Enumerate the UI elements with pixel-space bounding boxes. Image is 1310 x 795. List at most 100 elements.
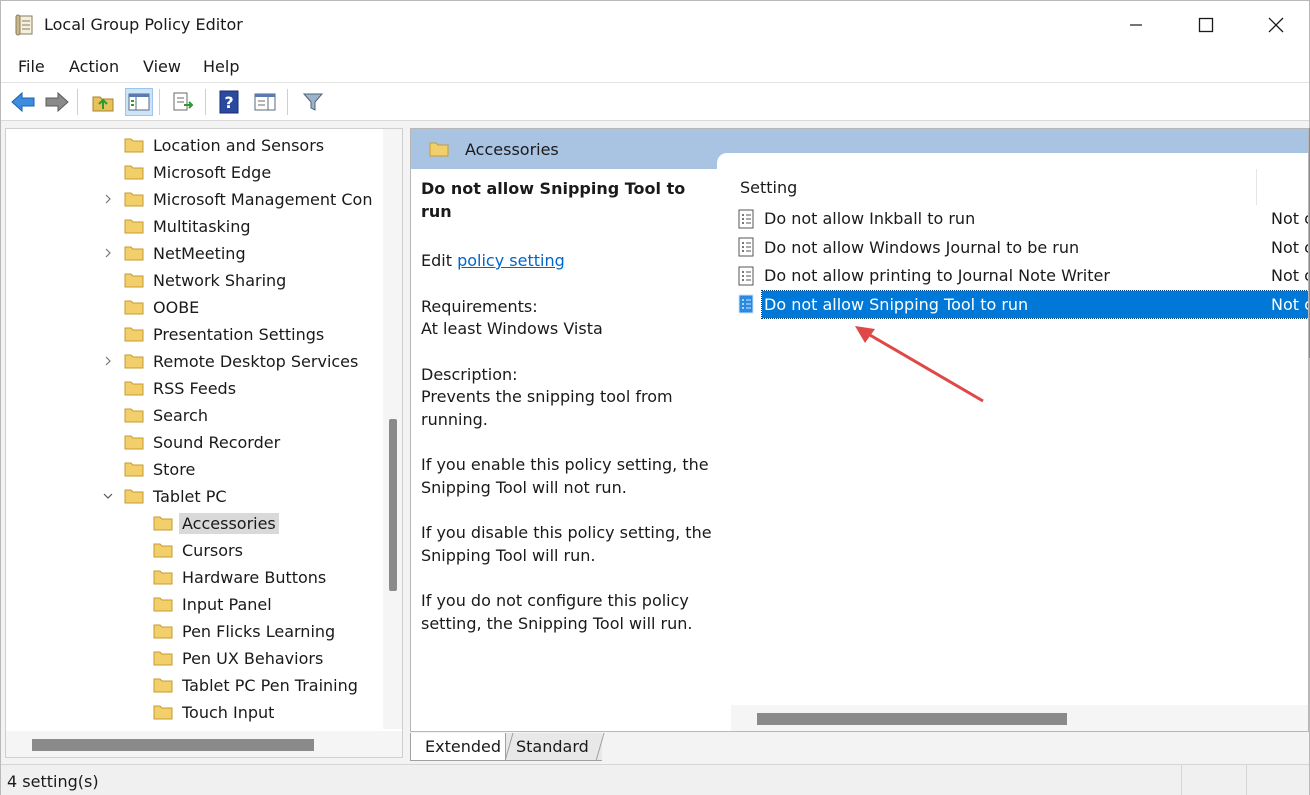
list-horizontal-scrollbar[interactable]: [731, 705, 1308, 731]
tree-item-label: Presentation Settings: [153, 324, 325, 344]
policy-title: Do not allow Snipping Tool to run: [421, 179, 686, 221]
menu-action[interactable]: Action: [69, 57, 119, 76]
tree-item-label: RSS Feeds: [153, 378, 237, 398]
svg-text:?: ?: [224, 93, 233, 112]
description-label: Description:: [421, 364, 518, 384]
toolbar: ?: [1, 83, 1309, 121]
tree-item-label: Search: [153, 405, 208, 425]
tree-item[interactable]: Tablet PC: [124, 484, 227, 508]
chevron-down-icon[interactable]: [102, 490, 114, 502]
close-button[interactable]: [1241, 1, 1310, 49]
requirements-block: Requirements: At least Windows Vista: [421, 296, 716, 341]
policy-setting-icon: [738, 237, 754, 257]
folder-icon: [124, 219, 144, 234]
folder-icon: [153, 516, 173, 531]
menu-file[interactable]: File: [18, 57, 45, 76]
tree-item[interactable]: Pen UX Behaviors: [153, 646, 323, 670]
menu-bar: File Action View Help: [1, 49, 1309, 83]
edit-policy-setting-link[interactable]: policy setting: [457, 251, 565, 270]
tree-item-label: Input Panel: [182, 594, 272, 614]
tree-item-label: Microsoft Edge: [153, 162, 272, 182]
tree-item[interactable]: NetMeeting: [124, 241, 246, 265]
folder-icon: [153, 678, 173, 693]
show-hide-tree-button[interactable]: [125, 88, 153, 116]
policy-setting-row[interactable]: Do not allow Windows Journal to be run No…: [737, 234, 1308, 261]
chevron-right-icon[interactable]: [102, 193, 114, 205]
forward-arrow-icon: [45, 91, 69, 113]
maximize-button[interactable]: [1171, 1, 1241, 49]
policy-editor-app-icon: [15, 14, 33, 36]
tree-item[interactable]: Search: [124, 403, 208, 427]
tree-item[interactable]: Remote Desktop Services: [124, 349, 358, 373]
column-header-setting[interactable]: Setting: [740, 178, 797, 197]
up-folder-button[interactable]: [89, 88, 117, 116]
tab-extended[interactable]: Extended: [410, 733, 506, 761]
title-bar: Local Group Policy Editor: [1, 1, 1309, 49]
folder-icon: [124, 408, 144, 423]
policy-setting-state: Not c: [1271, 294, 1309, 314]
edit-policy-line: Edit policy setting: [421, 250, 716, 273]
tree-item-label: Pen Flicks Learning: [182, 621, 336, 641]
tree-item[interactable]: Touch Input: [153, 700, 274, 724]
tree-horizontal-scroll-thumb[interactable]: [32, 739, 314, 751]
tree-item[interactable]: Accessories: [153, 511, 279, 535]
forward-button[interactable]: [43, 88, 71, 116]
tree-vertical-scroll-thumb[interactable]: [389, 419, 397, 591]
policy-setting-row[interactable]: Do not allow Inkball to run Not c: [737, 205, 1309, 232]
policy-setting-icon: [738, 209, 754, 228]
chevron-right-icon[interactable]: [102, 247, 114, 259]
tree-item[interactable]: Microsoft Management Con: [124, 187, 372, 211]
folder-icon: [124, 462, 144, 477]
tree-item[interactable]: Hardware Buttons: [153, 565, 326, 589]
list-horizontal-scroll-thumb[interactable]: [757, 713, 1067, 725]
tree-item[interactable]: Input Panel: [153, 592, 272, 616]
filter-icon: [302, 93, 324, 111]
tree-item[interactable]: Pen Flicks Learning: [153, 619, 335, 643]
description-text: Prevents the snipping tool from running.: [421, 387, 673, 429]
status-text: 4 setting(s): [7, 772, 99, 791]
action-pane-icon: [254, 93, 276, 111]
menu-view[interactable]: View: [143, 57, 181, 76]
tree-item-label: NetMeeting: [153, 243, 246, 263]
tree-item[interactable]: Cursors: [153, 538, 243, 562]
help-button[interactable]: ?: [215, 88, 243, 116]
folder-icon: [124, 138, 144, 153]
console-tree-icon: [128, 93, 150, 111]
policy-setting-icon: [738, 266, 754, 286]
tree-item[interactable]: Network Sharing: [124, 268, 286, 292]
tree-item-label: Remote Desktop Services: [153, 351, 359, 371]
export-list-button[interactable]: [169, 88, 197, 116]
tree-item[interactable]: Store: [124, 457, 195, 481]
tree-item[interactable]: OOBE: [124, 295, 199, 319]
tree-item[interactable]: Presentation Settings: [124, 322, 324, 346]
folder-icon: [124, 300, 144, 315]
menu-help[interactable]: Help: [203, 57, 239, 76]
description-block: Description: Prevents the snipping tool …: [421, 364, 716, 432]
back-button[interactable]: [9, 88, 37, 116]
policy-setting-row[interactable]: Do not allow Snipping Tool to run Not c: [737, 291, 1309, 318]
tree-item[interactable]: Tablet PC Pen Training: [153, 673, 358, 697]
tree-item[interactable]: Multitasking: [124, 214, 251, 238]
tree-vertical-scrollbar[interactable]: [383, 129, 402, 729]
back-arrow-icon: [11, 91, 35, 113]
close-icon: [1268, 17, 1284, 33]
policy-setting-row[interactable]: Do not allow printing to Journal Note Wr…: [737, 262, 1308, 289]
minimize-button[interactable]: [1101, 1, 1171, 49]
console-tree: Location and Sensors Microsoft Edge Micros…: [5, 128, 403, 758]
tree-item-label: Multitasking: [153, 216, 251, 236]
requirements-label: Requirements:: [421, 296, 538, 316]
tree-item[interactable]: Microsoft Edge: [124, 160, 271, 184]
tree-item[interactable]: Sound Recorder: [124, 430, 280, 454]
show-action-pane-button[interactable]: [251, 88, 279, 116]
tree-item[interactable]: Location and Sensors: [124, 133, 324, 157]
tree-item[interactable]: RSS Feeds: [124, 376, 236, 400]
details-header-title: Accessories: [465, 140, 559, 159]
chevron-right-icon[interactable]: [102, 355, 114, 367]
tab-standard[interactable]: Standard: [506, 733, 602, 761]
tree-horizontal-scrollbar[interactable]: [6, 731, 402, 757]
policy-setting-state: Not c: [1271, 209, 1309, 228]
filter-button[interactable]: [299, 88, 327, 116]
policy-setting-name: Do not allow Windows Journal to be run: [764, 237, 1080, 257]
tree-item-label: Pen UX Behaviors: [182, 648, 324, 668]
column-separator[interactable]: [1256, 169, 1257, 205]
